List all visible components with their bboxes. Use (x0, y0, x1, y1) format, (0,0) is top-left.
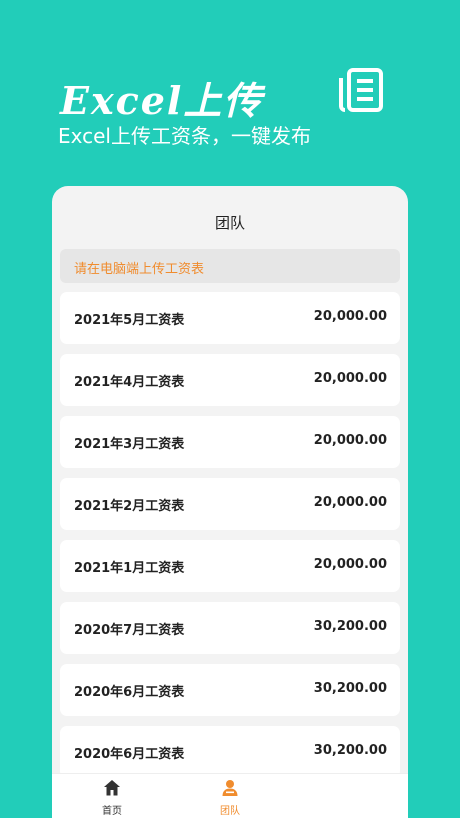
record-name: 2020年6月工资表 (74, 685, 185, 700)
record-amount: 20,000.00 (313, 371, 387, 386)
tab-home[interactable]: 首页 (52, 774, 172, 818)
document-list-icon (339, 68, 383, 112)
salary-record-row[interactable]: 2021年1月工资表 20,000.00 (60, 540, 400, 592)
record-amount: 20,000.00 (313, 433, 387, 448)
bottom-tab-bar: 首页 团队 (52, 773, 408, 818)
tab-home-label: 首页 (102, 806, 122, 817)
salary-record-row[interactable]: 2020年6月工资表 30,200.00 (60, 726, 400, 778)
team-icon (222, 780, 238, 796)
salary-record-row[interactable]: 2021年3月工资表 20,000.00 (60, 416, 400, 468)
salary-record-row[interactable]: 2021年4月工资表 20,000.00 (60, 354, 400, 406)
salary-record-row[interactable]: 2020年7月工资表 30,200.00 (60, 602, 400, 654)
record-name: 2020年6月工资表 (74, 747, 185, 762)
team-card: 团队 请在电脑端上传工资表 2021年5月工资表 20,000.00 2021年… (52, 186, 408, 818)
salary-record-row[interactable]: 2021年2月工资表 20,000.00 (60, 478, 400, 530)
upload-notice-text: 请在电脑端上传工资表 (74, 262, 205, 277)
hero-title: Excel上传 (60, 78, 264, 123)
salary-record-row[interactable]: 2020年6月工资表 30,200.00 (60, 664, 400, 716)
record-name: 2021年4月工资表 (74, 375, 185, 390)
record-amount: 30,200.00 (313, 681, 387, 696)
card-title: 团队 (214, 214, 245, 232)
record-name: 2021年5月工资表 (74, 313, 185, 328)
record-amount: 20,000.00 (313, 557, 387, 572)
home-icon (104, 780, 120, 796)
salary-record-row[interactable]: 2021年5月工资表 20,000.00 (60, 292, 400, 344)
record-name: 2021年1月工资表 (74, 561, 185, 576)
upload-notice: 请在电脑端上传工资表 (60, 249, 400, 283)
record-amount: 20,000.00 (313, 495, 387, 510)
record-amount: 30,200.00 (313, 619, 387, 634)
record-amount: 30,200.00 (313, 743, 387, 758)
record-name: 2021年3月工资表 (74, 437, 185, 452)
tab-team-label: 团队 (220, 806, 240, 817)
record-name: 2021年2月工资表 (74, 499, 185, 514)
record-name: 2020年7月工资表 (74, 623, 185, 638)
record-amount: 20,000.00 (313, 309, 387, 324)
tab-team[interactable]: 团队 (170, 774, 290, 818)
hero-subtitle: Excel上传工资条，一键发布 (58, 124, 311, 148)
